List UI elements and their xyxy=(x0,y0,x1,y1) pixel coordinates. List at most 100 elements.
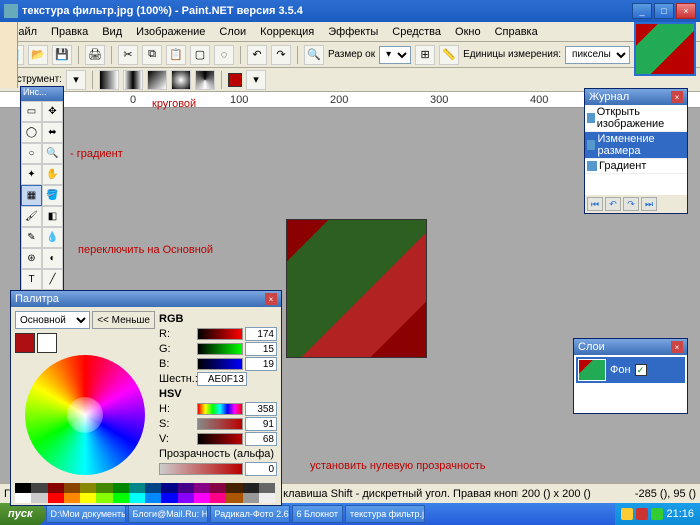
color-mode-select[interactable]: Основной xyxy=(15,311,90,329)
tray-icon[interactable] xyxy=(621,508,633,520)
taskbar-item[interactable]: D:\Мои документы\... xyxy=(46,505,126,523)
palette-close-icon[interactable]: × xyxy=(265,293,277,305)
tool-clone[interactable]: ⊛ xyxy=(21,248,42,269)
alpha-input[interactable] xyxy=(245,462,277,476)
menu-help[interactable]: Справка xyxy=(489,24,544,40)
g-slider[interactable] xyxy=(197,343,243,355)
layers-close-icon[interactable]: × xyxy=(671,341,683,353)
tool-recolor[interactable]: ◐ xyxy=(42,248,63,269)
zoom-select[interactable]: ▾ xyxy=(379,46,411,64)
alpha-slider[interactable] xyxy=(159,463,243,475)
undo-icon[interactable]: ↶ xyxy=(247,45,267,65)
b-slider[interactable] xyxy=(197,358,243,370)
primary-color-swatch[interactable] xyxy=(228,73,242,87)
history-item[interactable]: Открыть изображение xyxy=(585,105,687,132)
cut-icon[interactable]: ✂ xyxy=(118,45,138,65)
layers-title-bar[interactable]: Слои × xyxy=(574,339,687,355)
tray-icon[interactable] xyxy=(636,508,648,520)
units-select[interactable]: пикселы xyxy=(565,46,630,64)
taskbar-item[interactable]: 6 Блокнот xyxy=(292,505,344,523)
taskbar-item[interactable]: текстура фильтр.j... xyxy=(345,505,425,523)
v-slider[interactable] xyxy=(197,433,243,445)
tool-eraser[interactable]: ◧ xyxy=(42,206,63,227)
ruler-icon[interactable]: 📏 xyxy=(439,45,459,65)
tool-zoom[interactable]: 🔍 xyxy=(42,143,63,164)
open-icon[interactable]: 📂 xyxy=(28,45,48,65)
color-wheel[interactable] xyxy=(25,355,145,475)
history-forward-icon[interactable]: ⏭ xyxy=(641,197,657,211)
copy-icon[interactable]: ⧉ xyxy=(142,45,162,65)
swatch-strip[interactable] xyxy=(15,483,275,503)
menu-image[interactable]: Изображение xyxy=(130,24,211,40)
minimize-button[interactable]: _ xyxy=(632,3,652,19)
tool-move-sel[interactable]: ⬌ xyxy=(42,122,63,143)
tool-brush[interactable]: 🖌 xyxy=(21,206,42,227)
grid-icon[interactable]: ⊞ xyxy=(415,45,435,65)
tool-line[interactable]: ╱ xyxy=(42,269,63,290)
menu-view[interactable]: Вид xyxy=(96,24,128,40)
system-tray[interactable]: 21:16 xyxy=(615,503,700,525)
canvas-image[interactable] xyxy=(286,219,427,358)
redo-icon[interactable]: ↷ xyxy=(271,45,291,65)
hex-input[interactable] xyxy=(197,372,247,386)
maximize-button[interactable]: □ xyxy=(654,3,674,19)
layer-visible-checkbox[interactable]: ✓ xyxy=(635,364,647,376)
palette-title-bar[interactable]: Палитра × xyxy=(11,291,281,307)
tool-text[interactable]: T xyxy=(21,269,42,290)
v-input[interactable] xyxy=(245,432,277,446)
paste-icon[interactable]: 📋 xyxy=(166,45,186,65)
less-button[interactable]: << Меньше xyxy=(92,311,155,329)
gradient-reflected-icon[interactable] xyxy=(123,70,143,90)
taskbar-item[interactable]: Блоги@Mail.Ru: Но... xyxy=(128,505,208,523)
s-input[interactable] xyxy=(245,417,277,431)
print-icon[interactable]: 🖨 xyxy=(85,45,105,65)
tool-pencil[interactable]: ✎ xyxy=(21,227,42,248)
s-slider[interactable] xyxy=(197,418,243,430)
menu-layers[interactable]: Слои xyxy=(213,24,252,40)
h-slider[interactable] xyxy=(197,403,243,415)
crop-icon[interactable]: ▢ xyxy=(190,45,210,65)
start-button[interactable]: пуск xyxy=(0,503,45,525)
save-icon[interactable]: 💾 xyxy=(52,45,72,65)
history-close-icon[interactable]: × xyxy=(671,91,683,103)
deselect-icon[interactable]: ◌ xyxy=(214,45,234,65)
tool-pan[interactable]: ✋ xyxy=(42,164,63,185)
r-slider[interactable] xyxy=(197,328,243,340)
close-button[interactable]: × xyxy=(676,3,696,19)
gradient-conical-icon[interactable] xyxy=(195,70,215,90)
taskbar-item[interactable]: Радикал-Фото 2.6 ... xyxy=(210,505,290,523)
tray-icon[interactable] xyxy=(651,508,663,520)
color-mode-dropdown[interactable]: ▾ xyxy=(246,70,266,90)
history-item[interactable]: Градиент xyxy=(585,159,687,174)
gradient-radial-icon[interactable] xyxy=(171,70,191,90)
document-thumbnail[interactable] xyxy=(634,22,696,76)
primary-swatch[interactable] xyxy=(15,333,35,353)
h-input[interactable] xyxy=(245,402,277,416)
zoom-icon[interactable]: 🔍 xyxy=(304,45,324,65)
tool-lasso[interactable]: ◯ xyxy=(21,122,42,143)
tool-gradient[interactable]: ▦ xyxy=(21,185,42,206)
layer-item[interactable]: Фон ✓ xyxy=(576,357,685,383)
r-input[interactable] xyxy=(245,327,277,341)
b-input[interactable] xyxy=(245,357,277,371)
history-rewind-icon[interactable]: ⏮ xyxy=(587,197,603,211)
secondary-swatch[interactable] xyxy=(37,333,57,353)
menu-adjust[interactable]: Коррекция xyxy=(254,24,320,40)
menu-edit[interactable]: Правка xyxy=(45,24,94,40)
gradient-diamond-icon[interactable] xyxy=(147,70,167,90)
tool-picker[interactable]: 💧 xyxy=(42,227,63,248)
tool-bucket[interactable]: 🪣 xyxy=(42,185,63,206)
menu-tools[interactable]: Средства xyxy=(386,24,447,40)
tool-dropdown[interactable]: ▾ xyxy=(66,70,86,90)
tool-ellipse-select[interactable]: ○ xyxy=(21,143,42,164)
tool-wand[interactable]: ✦ xyxy=(21,164,42,185)
history-redo-icon[interactable]: ↷ xyxy=(623,197,639,211)
history-item[interactable]: Изменение размера xyxy=(585,132,687,159)
menu-effects[interactable]: Эффекты xyxy=(322,24,384,40)
tool-rect-select[interactable]: ▭ xyxy=(21,101,42,122)
tool-move[interactable]: ✥ xyxy=(42,101,63,122)
menu-window[interactable]: Окно xyxy=(449,24,487,40)
g-input[interactable] xyxy=(245,342,277,356)
history-undo-icon[interactable]: ↶ xyxy=(605,197,621,211)
history-title-bar[interactable]: Журнал × xyxy=(585,89,687,105)
